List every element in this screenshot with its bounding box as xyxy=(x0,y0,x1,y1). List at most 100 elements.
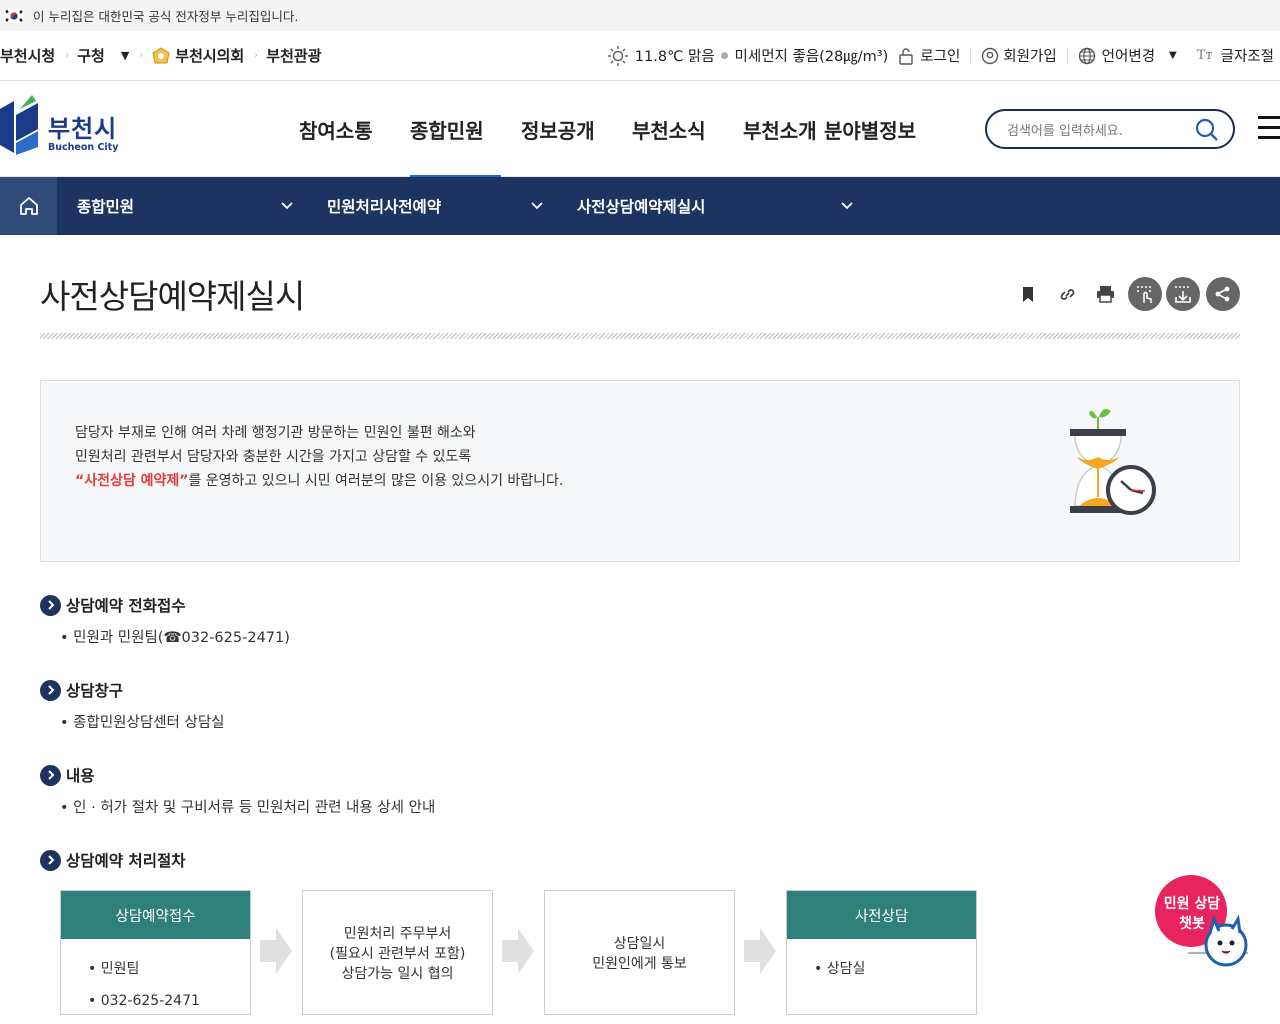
globe-icon xyxy=(1078,47,1096,65)
chevron-down-icon[interactable] xyxy=(280,199,294,213)
process-step-line: 상담가능 일시 협의 xyxy=(341,965,454,982)
font-size-icon: Tт xyxy=(1196,48,1213,63)
intro-box: 담당자 부재로 인해 여러 차례 행정기관 방문하는 민원인 불편 해소와 민원… xyxy=(40,380,1240,562)
language-button[interactable]: 언어변경 xyxy=(1102,45,1155,66)
intro-line: “사전상담 예약제”를 운영하고 있으니 시민 여러분의 많은 이용 있으시기 … xyxy=(75,469,563,493)
download-icon[interactable] xyxy=(1166,277,1200,311)
chevron-right-icon xyxy=(40,594,61,616)
logo-korean: 부천시 xyxy=(48,115,118,143)
gov-banner-text: 이 누리집은 대한민국 공식 전자정부 누리집입니다. xyxy=(33,9,299,24)
share-icon[interactable] xyxy=(1206,277,1240,311)
section-item: • 인 · 허가 절차 및 구비서류 등 민원처리 관련 내용 상세 안내 xyxy=(60,800,436,816)
separator: › xyxy=(139,50,144,61)
weather-icon xyxy=(607,45,629,67)
process-step-title: 상담예약접수 xyxy=(61,891,250,939)
section-phone-booking: 상담예약 전화접수 xyxy=(40,594,185,616)
search-input[interactable]: 검색어를 입력하세요. xyxy=(985,109,1235,149)
intro-text: 담당자 부재로 인해 여러 차례 행정기관 방문하는 민원인 불편 해소와 민원… xyxy=(75,421,563,493)
gnb-item-info-disclosure[interactable]: 정보공개 xyxy=(501,81,612,177)
font-size-button[interactable]: 글자조절 xyxy=(1221,45,1274,66)
arrow-right-icon xyxy=(260,928,292,974)
gnb-item-civil-service[interactable]: 종합민원 xyxy=(410,81,501,178)
bucheon-logo-icon xyxy=(0,95,38,155)
process-step-item: • 민원팀 xyxy=(88,961,140,977)
link-gu-office[interactable]: 구청 xyxy=(77,45,105,66)
arrow-right-icon xyxy=(502,928,534,974)
search-icon[interactable] xyxy=(1195,118,1219,146)
gov-banner: 이 누리집은 대한민국 공식 전자정부 누리집입니다. xyxy=(0,0,1280,31)
section-content: 내용 xyxy=(40,764,95,786)
depth1-select[interactable]: 종합민원 xyxy=(77,177,134,235)
process-step-title: 사전상담 xyxy=(787,891,976,939)
hourglass-icon xyxy=(1070,409,1156,515)
main-nav: 참여소통 종합민원 정보공개 부천소식 부천소개 분야별정보 xyxy=(283,81,934,178)
language-dropdown-icon[interactable]: ▼ xyxy=(1169,50,1177,61)
print-icon[interactable] xyxy=(1096,285,1115,307)
home-icon[interactable] xyxy=(0,177,57,235)
chatbot-button[interactable]: 민원 상담 챗봇 xyxy=(1154,873,1254,973)
link-council[interactable]: 부천시의회 xyxy=(175,45,244,66)
link-icon[interactable] xyxy=(1058,285,1077,308)
gnb-item-about[interactable]: 부천소개 xyxy=(723,81,824,177)
chevron-right-icon xyxy=(40,679,61,701)
chatbot-label-2: 챗봇 xyxy=(1179,916,1205,932)
search-placeholder: 검색어를 입력하세요. xyxy=(1007,123,1123,139)
user-icon xyxy=(981,47,999,65)
dot-separator: ● xyxy=(720,50,729,61)
process-step-1: 상담예약접수 • 민원팀 • 032-625-2471 xyxy=(60,890,251,1015)
site-header: 부천시 Bucheon City 참여소통 종합민원 정보공개 부천소식 부천소… xyxy=(0,81,1280,178)
section-heading: 상담창구 xyxy=(66,682,124,700)
utility-bar: 부천시청 › 구청 ▼ › 부천시의회 › 부천관광 11.8℃ 맑음 ● 미세… xyxy=(0,31,1280,81)
section-counter: 상담창구 xyxy=(40,679,123,701)
intro-line-rest: 를 운영하고 있으니 시민 여러분의 많은 이용 있으시기 바랍니다. xyxy=(188,473,564,489)
section-item: • 종합민원상담센터 상담실 xyxy=(60,715,225,731)
chevron-down-icon[interactable] xyxy=(530,199,544,213)
location-bar: 종합민원 민원처리사전예약 사전상담예약제실시 xyxy=(0,177,1280,235)
process-step-2: 민원처리 주무부서 (필요시 관련부서 포함) 상담가능 일시 협의 xyxy=(302,890,493,1015)
gnb-item-news[interactable]: 부천소식 xyxy=(612,81,723,177)
bookmark-icon[interactable] xyxy=(1021,286,1035,307)
intro-highlight: “사전상담 예약제” xyxy=(75,473,189,489)
link-tourism[interactable]: 부천관광 xyxy=(266,45,321,66)
arrow-right-icon xyxy=(744,928,776,974)
logo-english: Bucheon City xyxy=(48,142,119,153)
divider xyxy=(970,47,972,64)
section-heading: 상담예약 처리절차 xyxy=(66,852,186,870)
council-icon xyxy=(151,46,171,66)
join-link[interactable]: 회원가입 xyxy=(1003,45,1056,66)
lock-icon xyxy=(898,47,914,65)
page-title: 사전상담예약제실시 xyxy=(40,277,305,316)
process-step-item: • 상담실 xyxy=(814,961,866,977)
depth3-select[interactable]: 사전상담예약제실시 xyxy=(577,177,705,235)
site-logo[interactable]: 부천시 Bucheon City xyxy=(0,95,118,157)
link-city-hall[interactable]: 부천시청 xyxy=(0,45,55,66)
title-divider xyxy=(40,333,1240,339)
intro-line: 민원처리 관련부서 담당자와 충분한 시간을 가지고 상담할 수 있도록 xyxy=(75,449,472,465)
taegukgi-icon xyxy=(4,8,24,23)
intro-line: 담당자 부재로 인해 여러 차례 행정기관 방문하는 민원인 불편 해소와 xyxy=(75,425,476,441)
separator: › xyxy=(254,50,259,61)
separator: › xyxy=(65,50,70,61)
process-step-line: 민원처리 주무부서 xyxy=(343,925,452,942)
process-step-line: 상담일시 xyxy=(613,935,666,952)
process-step-3: 상담일시 민원인에게 통보 xyxy=(544,890,735,1015)
touch-icon[interactable] xyxy=(1128,277,1162,311)
gu-dropdown-icon[interactable]: ▼ xyxy=(121,49,129,62)
depth2-select[interactable]: 민원처리사전예약 xyxy=(327,177,441,235)
chevron-down-icon[interactable] xyxy=(840,199,854,213)
weather-text: 11.8℃ 맑음 xyxy=(634,49,715,65)
process-step-line: (필요시 관련부서 포함) xyxy=(329,945,466,962)
chevron-right-icon xyxy=(40,849,61,871)
process-step-item: • 032-625-2471 xyxy=(88,993,200,1009)
gnb-item-fields[interactable]: 분야별정보 xyxy=(824,81,934,177)
menu-icon[interactable] xyxy=(1258,116,1280,146)
section-heading: 상담예약 전화접수 xyxy=(66,597,186,615)
dust-text: 미세먼지 좋음(28㎍/m³) xyxy=(734,49,889,65)
process-step-line: 민원인에게 통보 xyxy=(592,955,687,972)
divider xyxy=(1066,47,1068,64)
chevron-right-icon xyxy=(40,764,61,786)
gnb-item-participation[interactable]: 참여소통 xyxy=(283,81,410,177)
process-step-4: 사전상담 • 상담실 xyxy=(786,890,977,1015)
login-link[interactable]: 로그인 xyxy=(920,45,960,66)
chatbot-label-1: 민원 상담 xyxy=(1163,896,1221,912)
